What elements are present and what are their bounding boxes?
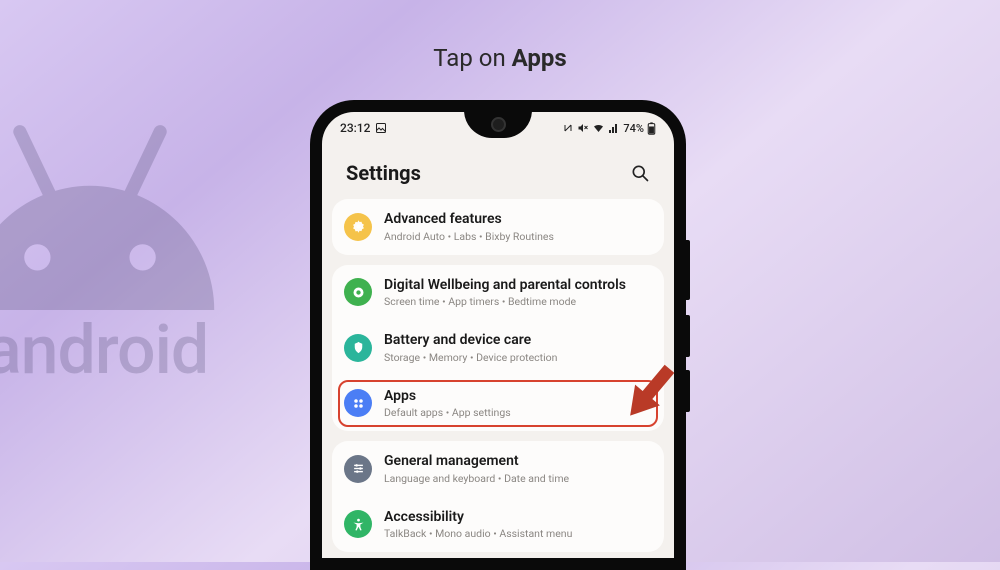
settings-header: Settings	[322, 139, 674, 199]
android-robot-icon	[0, 120, 240, 314]
item-title: Battery and device care	[384, 332, 652, 350]
settings-group: Advanced featuresAndroid Auto • Labs • B…	[332, 199, 664, 255]
android-wordmark: android	[0, 310, 208, 390]
item-title: General management	[384, 453, 652, 471]
item-subtitle: TalkBack • Mono audio • Assistant menu	[384, 527, 652, 540]
sliders-icon	[344, 455, 372, 483]
picture-icon	[375, 122, 387, 134]
instruction-heading: Tap on Apps	[433, 44, 566, 72]
phone-side-button	[686, 240, 690, 300]
settings-item-digital-wellbeing-and-parental-controls[interactable]: Digital Wellbeing and parental controlsS…	[332, 265, 664, 321]
volume-mute-icon	[577, 122, 589, 134]
settings-item-apps[interactable]: AppsDefault apps • App settings	[332, 376, 664, 432]
phone-screen: 23:12 74% Settings Advanced featuresAndr…	[322, 112, 674, 558]
instruction-prefix: Tap on	[433, 44, 511, 72]
signal-icon	[608, 122, 620, 134]
settings-group: General managementLanguage and keyboard …	[332, 441, 664, 552]
item-subtitle: Android Auto • Labs • Bixby Routines	[384, 230, 652, 243]
phone-side-button	[686, 370, 690, 412]
phone-frame: 23:12 74% Settings Advanced featuresAndr…	[310, 100, 686, 570]
wifi-icon	[592, 122, 605, 134]
search-icon[interactable]	[630, 163, 650, 183]
settings-list: Advanced featuresAndroid Auto • Labs • B…	[322, 199, 674, 552]
phone-side-button	[686, 315, 690, 357]
accessibility-icon	[344, 510, 372, 538]
item-title: Advanced features	[384, 211, 652, 229]
settings-item-accessibility[interactable]: AccessibilityTalkBack • Mono audio • Ass…	[332, 497, 664, 553]
apps-icon	[344, 389, 372, 417]
settings-group: Digital Wellbeing and parental controlsS…	[332, 265, 664, 432]
battery-icon	[647, 122, 656, 135]
settings-item-general-management[interactable]: General managementLanguage and keyboard …	[332, 441, 664, 497]
nfc-icon	[562, 122, 574, 134]
care-icon	[344, 334, 372, 362]
instruction-bold: Apps	[512, 44, 567, 72]
gear-icon	[344, 213, 372, 241]
status-time: 23:12	[340, 121, 370, 135]
item-subtitle: Default apps • App settings	[384, 406, 652, 419]
item-title: Digital Wellbeing and parental controls	[384, 277, 652, 295]
wellbeing-icon	[344, 278, 372, 306]
item-title: Accessibility	[384, 509, 652, 527]
item-title: Apps	[384, 388, 652, 406]
item-subtitle: Screen time • App timers • Bedtime mode	[384, 295, 652, 308]
item-subtitle: Storage • Memory • Device protection	[384, 351, 652, 364]
page-title: Settings	[346, 161, 421, 185]
battery-percent: 74%	[623, 122, 644, 135]
item-subtitle: Language and keyboard • Date and time	[384, 472, 652, 485]
settings-item-battery-and-device-care[interactable]: Battery and device careStorage • Memory …	[332, 320, 664, 376]
settings-item-advanced-features[interactable]: Advanced featuresAndroid Auto • Labs • B…	[332, 199, 664, 255]
